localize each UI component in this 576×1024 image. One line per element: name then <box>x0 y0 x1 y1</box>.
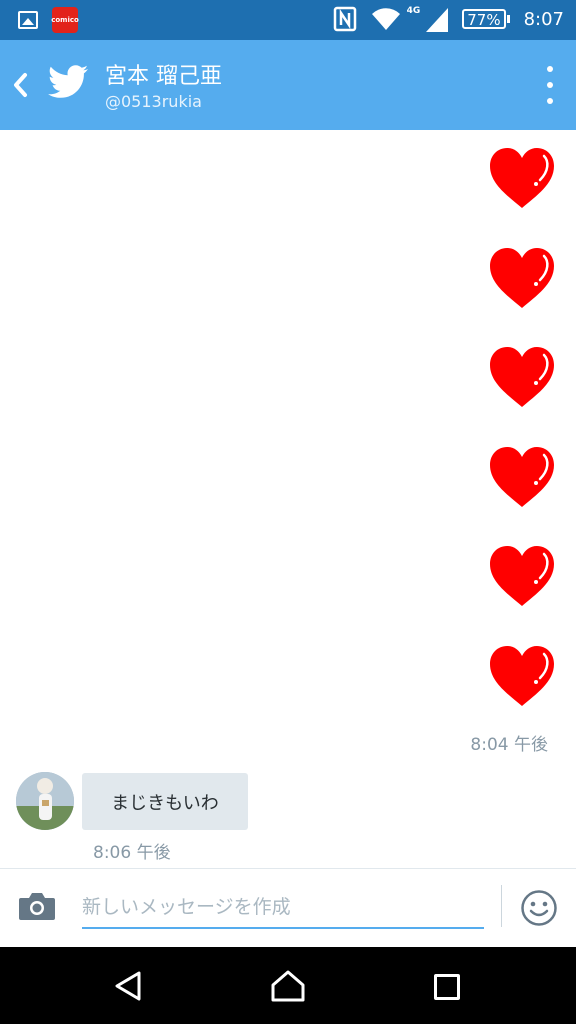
message-composer <box>0 868 576 947</box>
overflow-menu-icon <box>547 66 553 72</box>
conversation-header: 宮本 瑠己亜 @0513rukia <box>0 40 576 130</box>
system-icons: 4G 77% 8:07 <box>333 6 564 32</box>
heart-message[interactable] <box>488 246 556 310</box>
network-type: 4G <box>406 6 421 16</box>
emoji-icon[interactable] <box>520 889 558 927</box>
battery-level: 77% <box>462 9 506 29</box>
overflow-menu-button[interactable] <box>540 66 560 104</box>
contact-name: 宮本 瑠己亜 <box>105 64 222 89</box>
back-button[interactable] <box>8 65 32 105</box>
heart-message[interactable] <box>488 445 556 509</box>
heart-message[interactable] <box>488 345 556 409</box>
heart-message[interactable] <box>488 146 556 210</box>
avatar-image <box>16 772 74 830</box>
avatar[interactable] <box>16 772 74 830</box>
comico-icon: comico <box>51 7 79 33</box>
notification-icons: comico <box>18 7 79 33</box>
system-nav-bar <box>0 947 576 1024</box>
message-thread: 8:04 午後 まじきもいわ 8:06 午後 <box>0 130 576 868</box>
composer-divider <box>501 885 502 927</box>
heart-message[interactable] <box>488 644 556 708</box>
comico-label: comico <box>51 16 79 24</box>
signal-group: 4G <box>371 6 449 32</box>
status-bar: comico 4G 77% 8:07 <box>0 0 576 40</box>
nav-back-button[interactable] <box>112 969 146 1003</box>
nfc-icon <box>333 6 356 32</box>
battery-icon: 77% <box>462 9 510 29</box>
sent-timestamp: 8:04 午後 <box>470 735 548 755</box>
received-message-bubble[interactable]: まじきもいわ <box>82 773 248 830</box>
camera-icon[interactable] <box>18 891 56 921</box>
gallery-icon <box>18 11 38 29</box>
status-clock: 8:07 <box>523 8 564 30</box>
received-timestamp: 8:06 午後 <box>93 843 171 863</box>
contact-handle: @0513rukia <box>105 92 202 111</box>
wifi-icon <box>371 8 400 30</box>
heart-message[interactable] <box>488 544 556 608</box>
received-message-text: まじきもいわ <box>111 792 219 814</box>
message-input[interactable] <box>82 887 484 929</box>
cell-signal-icon <box>426 8 449 32</box>
twitter-bird-icon <box>48 65 88 98</box>
nav-home-button[interactable] <box>270 969 306 1003</box>
chevron-left-icon <box>14 73 27 97</box>
nav-recents-button[interactable] <box>434 974 460 1000</box>
